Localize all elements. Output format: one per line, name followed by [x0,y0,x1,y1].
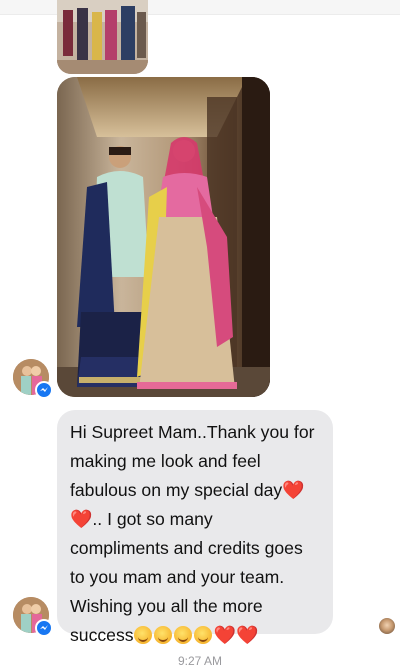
red-heart-emoji-icon: ❤️ [213,625,236,645]
message-timestamp: 9:27 AM [177,654,223,668]
shared-photo-2-image [57,77,270,397]
hugging-face-emoji-icon [153,626,172,644]
shared-photo-1[interactable] [57,0,148,74]
hugging-face-emoji-icon [133,626,152,644]
message-line-text: .. I got so many [92,509,213,529]
shared-photo-2[interactable] [57,77,270,397]
messenger-icon [35,619,53,637]
message-line-text: success [70,625,134,645]
red-heart-emoji-icon: ❤️ [235,625,259,645]
messenger-icon [35,381,53,399]
message-line: making me look and feel [70,451,261,471]
message-line: success ❤️❤️ [70,621,321,650]
message-line: to you mam and your team. [70,567,285,587]
smiling-face-with-hearts-emoji-icon [173,626,192,644]
message-line-text: fabulous on my special day [70,480,283,500]
shared-photo-1-image [57,0,148,74]
message-line: compliments and credits goes [70,538,303,558]
message-bubble[interactable]: Hi Supreet Mam..Thank you for making me … [57,410,333,645]
message-line: ❤️.. I got so many [70,505,321,534]
smiling-face-with-hearts-emoji-icon [193,626,212,644]
red-heart-emoji-icon: ❤️ [282,480,305,500]
message-line: Hi Supreet Mam..Thank you for [70,422,315,442]
message-line: fabulous on my special day❤️ [70,476,321,505]
read-receipt-avatar [379,618,395,634]
red-heart-emoji-icon: ❤️ [70,509,93,529]
message-line: Wishing you all the more [70,596,263,616]
